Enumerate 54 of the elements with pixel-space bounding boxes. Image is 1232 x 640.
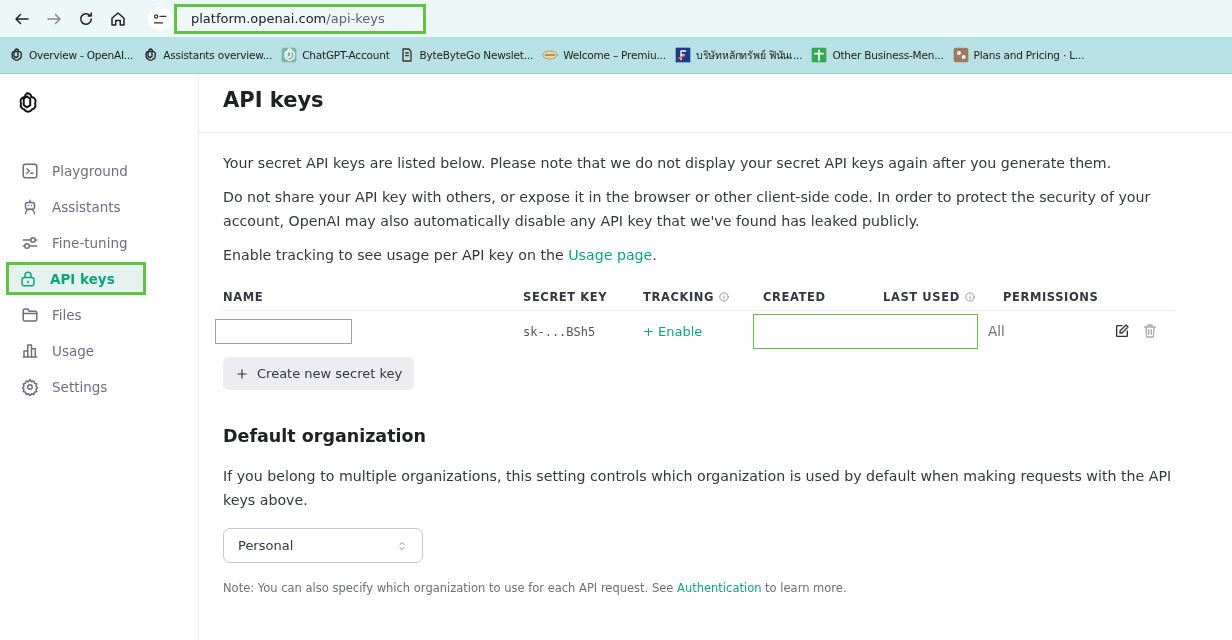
bookmark[interactable]: Assistants overview... <box>142 47 273 63</box>
site-info-button[interactable] <box>148 6 172 31</box>
section-title: Default organization <box>223 426 428 446</box>
warning-text: Do not share your API key with others, or expose it in the browser or other client-side code. In order to protect the security of your account, OpenAI may also automatically disable any API key that we've found has leaked publicly. <box>223 188 1152 231</box>
column-header: TRACKING <box>643 289 715 304</box>
note-text: Note: You can also specify which organization to use for each API request. See Authentication to learn more. <box>223 581 848 595</box>
create-key-button[interactable]: Create new secret key <box>223 357 415 390</box>
tracking-text: Enable tracking to see usage per API key on the Usage page. <box>223 246 658 265</box>
bookmark[interactable]: ByteByteGo Newslet... <box>398 47 534 63</box>
column-header: NAME <box>223 289 264 304</box>
sidebar-item[interactable]: Files <box>8 298 186 331</box>
emblem-icon <box>542 47 559 63</box>
column-header: PERMISSIONS <box>1003 289 1099 304</box>
bookmark[interactable]: Overview - OpenAI... <box>8 47 134 63</box>
puzzle-icon <box>952 47 969 63</box>
address-bar[interactable]: platform.openai.com/api-keys <box>174 3 426 34</box>
trash-icon <box>1142 323 1158 339</box>
secret-key: sk-...BSh5 <box>523 325 596 339</box>
lock-icon <box>19 269 37 288</box>
sidebar-item[interactable]: Assistants <box>8 190 186 223</box>
terminal-icon <box>21 161 39 180</box>
letter-f-icon <box>674 47 691 63</box>
bookmark[interactable]: Plans and Pricing · L... <box>952 47 1085 63</box>
column-header: CREATED <box>763 289 826 304</box>
site-info-icon <box>153 12 167 25</box>
knot-logo-icon <box>142 47 159 63</box>
reload-icon <box>77 9 95 28</box>
sidebar-item[interactable]: Usage <box>8 334 186 367</box>
edit-icon <box>1114 323 1130 339</box>
page-title: API keys <box>199 88 1232 133</box>
folder-icon <box>21 305 39 324</box>
settings-icon <box>21 377 39 396</box>
bookmark[interactable]: Welcome – Premiu... <box>542 47 666 63</box>
bar-chart-icon <box>21 341 39 360</box>
chevrons-icon <box>396 539 408 552</box>
organization-select[interactable]: Personal <box>223 528 423 563</box>
sidebar-item[interactable]: Fine-tuning <box>8 226 186 259</box>
intro-text: Your secret API keys are listed below. Please note that we do not display your secret API keys again after you generate them. <box>223 154 1113 173</box>
org-description: If you belong to multiple organizations, this setting controls which organization is used by default when making requests with the API keys above. <box>223 467 1173 510</box>
bookmark[interactable]: ChatGPT-Account <box>281 47 390 63</box>
column-header: LAST USED <box>883 289 960 304</box>
sidebar-item[interactable]: Playground <box>8 154 186 187</box>
permissions-text: All <box>988 323 1006 339</box>
cross-icon <box>811 47 828 63</box>
column-header: SECRET KEY <box>523 289 608 304</box>
home-icon <box>109 9 127 28</box>
sidebar-item[interactable]: Settings <box>8 370 186 403</box>
info-icon <box>719 291 730 302</box>
knot-logo-icon <box>8 47 24 63</box>
info-icon <box>964 291 975 302</box>
knot-logo-icon <box>281 47 298 63</box>
bookmark[interactable]: Other Business-Men... <box>811 47 944 63</box>
plus-icon <box>235 366 249 381</box>
bookmark[interactable]: บริษัทหลักทรัพย์ ฟินันเ... <box>674 46 803 64</box>
